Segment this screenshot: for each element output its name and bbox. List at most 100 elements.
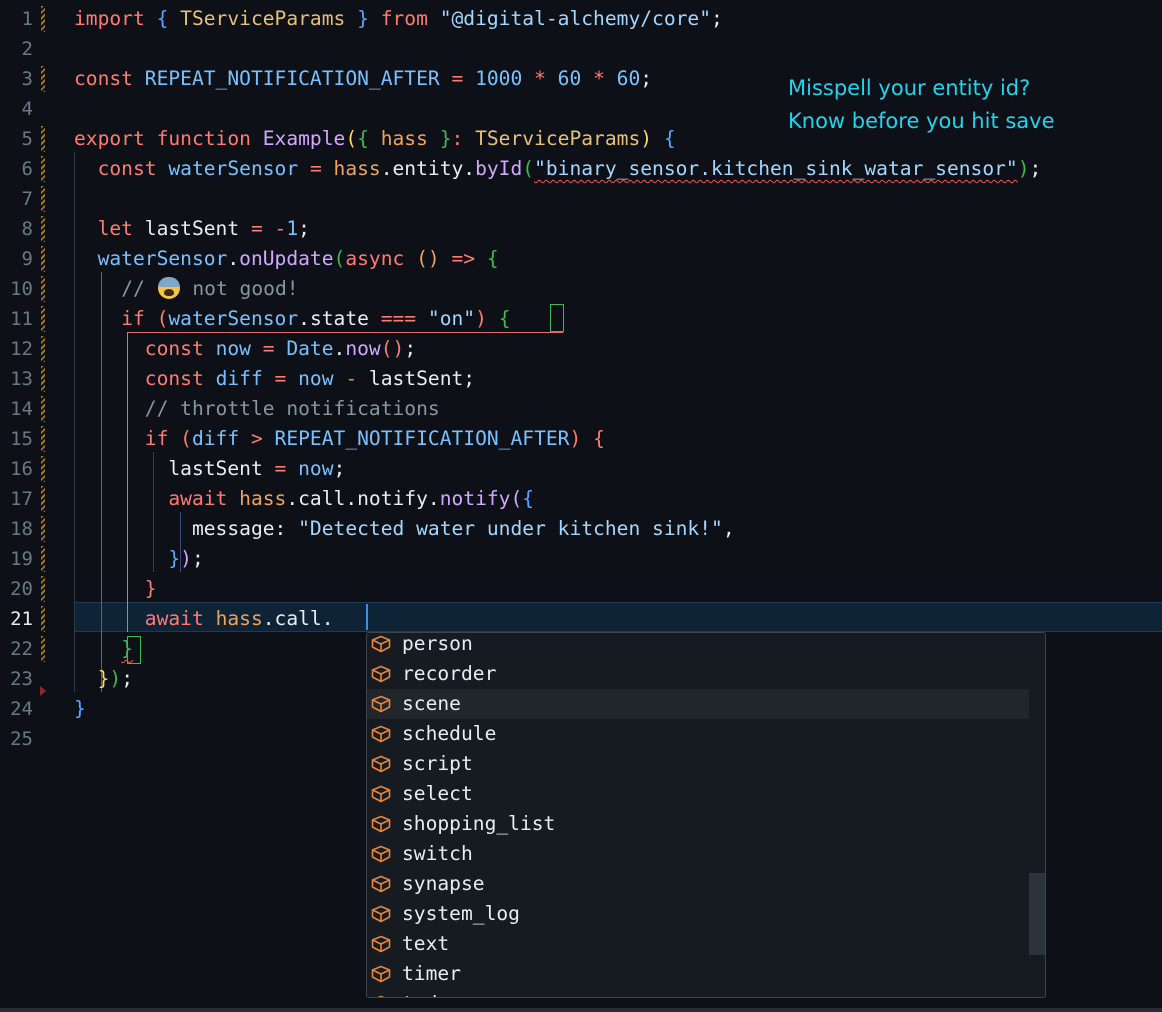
module-cube-icon [371,995,391,997]
module-cube-icon [371,875,391,893]
code-token: - [345,367,358,390]
code-token: message [191,517,275,540]
git-change-marker[interactable] [41,6,45,32]
git-change-marker[interactable] [41,366,45,392]
git-change-marker[interactable] [41,486,45,512]
code-token: } [168,547,181,570]
code-token: ; [121,667,133,690]
code-token: ; [333,457,346,480]
git-change-marker[interactable] [41,246,45,272]
git-change-marker[interactable] [41,516,45,542]
line-number: 5 [21,128,33,150]
code-line[interactable]: 9 waterSensor.onUpdate(async () => { [0,244,1162,274]
suggestion-label: script [402,752,473,775]
code-line[interactable]: 15 if (diff > REPEAT_NOTIFICATION_AFTER)… [0,424,1162,454]
code-token: "on" [427,307,476,330]
code-token: = [274,457,287,480]
git-change-marker[interactable] [41,126,45,152]
code-token: } [74,697,86,720]
suggestion-item[interactable]: timer [367,959,1029,989]
code-token: === [380,307,417,330]
module-cube-icon [371,935,391,953]
line-number: 16 [10,458,33,480]
code-line[interactable]: 1 import { TServiceParams } from "@digita… [0,4,1162,34]
code-token: ( [156,307,169,330]
code-line[interactable]: 6 const waterSensor = hass.entity.byId("… [0,154,1162,184]
code-line[interactable]: 10 // not good! [0,274,1162,304]
code-token: notify [439,487,511,510]
code-text: waterSensor.onUpdate(async () => { [74,244,499,274]
code-text: const now = Date.now(); [74,334,416,364]
code-line[interactable]: 2 [0,34,1162,64]
suggestion-item[interactable]: system_log [367,899,1029,929]
code-line[interactable]: 17 await hass.call.notify.notify({ [0,484,1162,514]
git-change-marker[interactable] [41,456,45,482]
suggestion-item[interactable]: recorder [367,659,1029,689]
code-token: now [298,367,334,390]
code-line[interactable]: 18 message: "Detected water under kitche… [0,514,1162,544]
suggestion-item[interactable]: switch [367,839,1029,869]
autocomplete-suggestions[interactable]: person recorder scene schedule script select s… [366,632,1046,998]
suggestion-item[interactable]: synapse [367,869,1029,899]
code-line[interactable]: 13 const diff = now - lastSent; [0,364,1162,394]
code-line[interactable]: 21 await hass.call. [0,604,1162,634]
git-change-marker[interactable] [41,186,45,212]
code-text: import { TServiceParams } from "@digital… [74,4,723,34]
suggestion-item[interactable]: todo [367,989,1029,997]
code-token: call [274,607,322,630]
suggestion-item[interactable]: shopping_list [367,809,1029,839]
git-change-marker[interactable] [41,306,45,332]
git-change-marker[interactable] [41,156,45,182]
code-line[interactable]: 20 } [0,574,1162,604]
line-number: 8 [21,218,33,240]
suggestion-item[interactable]: schedule [367,719,1029,749]
suggestion-item[interactable]: select [367,779,1029,809]
code-token: lastSent [144,217,240,240]
git-change-marker[interactable] [41,636,45,662]
code-token: const [97,157,157,180]
suggestion-item[interactable]: script [367,749,1029,779]
code-token: ( [510,487,523,510]
git-change-marker[interactable] [41,336,45,362]
suggestion-item[interactable]: person [367,633,1029,659]
git-change-marker[interactable] [41,606,45,632]
suggestion-item[interactable]: scene [367,689,1029,719]
code-token: Date [286,337,334,360]
code-line[interactable]: 19 }); [0,544,1162,574]
git-change-marker[interactable] [41,426,45,452]
git-change-marker[interactable] [41,216,45,242]
git-change-marker[interactable] [41,66,45,92]
anxious-face-emoji-icon [157,277,180,299]
code-line[interactable]: 16 lastSent = now; [0,454,1162,484]
code-line[interactable]: 14 // throttle notifications [0,394,1162,424]
code-text: }); [74,664,133,694]
suggestion-item[interactable]: text [367,929,1029,959]
code-line[interactable]: 11 if (waterSensor.state === "on") { [0,304,1162,334]
git-change-marker[interactable] [41,396,45,422]
line-number: 21 [10,608,33,630]
suggestions-scrollbar[interactable] [1029,873,1045,955]
code-editor[interactable]: 1 import { TServiceParams } from "@digita… [0,0,1162,1008]
code-line[interactable]: 7 [0,184,1162,214]
code-token: } [144,577,157,600]
git-change-marker[interactable] [41,576,45,602]
code-token: lastSent [168,457,263,480]
git-change-marker[interactable] [41,546,45,572]
git-change-marker[interactable] [41,276,45,302]
code-line[interactable]: 12 const now = Date.now(); [0,334,1162,364]
code-line[interactable]: 8 let lastSent = -1; [0,214,1162,244]
suggestion-label: recorder [402,662,497,685]
code-text: if (diff > REPEAT_NOTIFICATION_AFTER) { [74,424,605,454]
code-token: = [309,157,322,180]
